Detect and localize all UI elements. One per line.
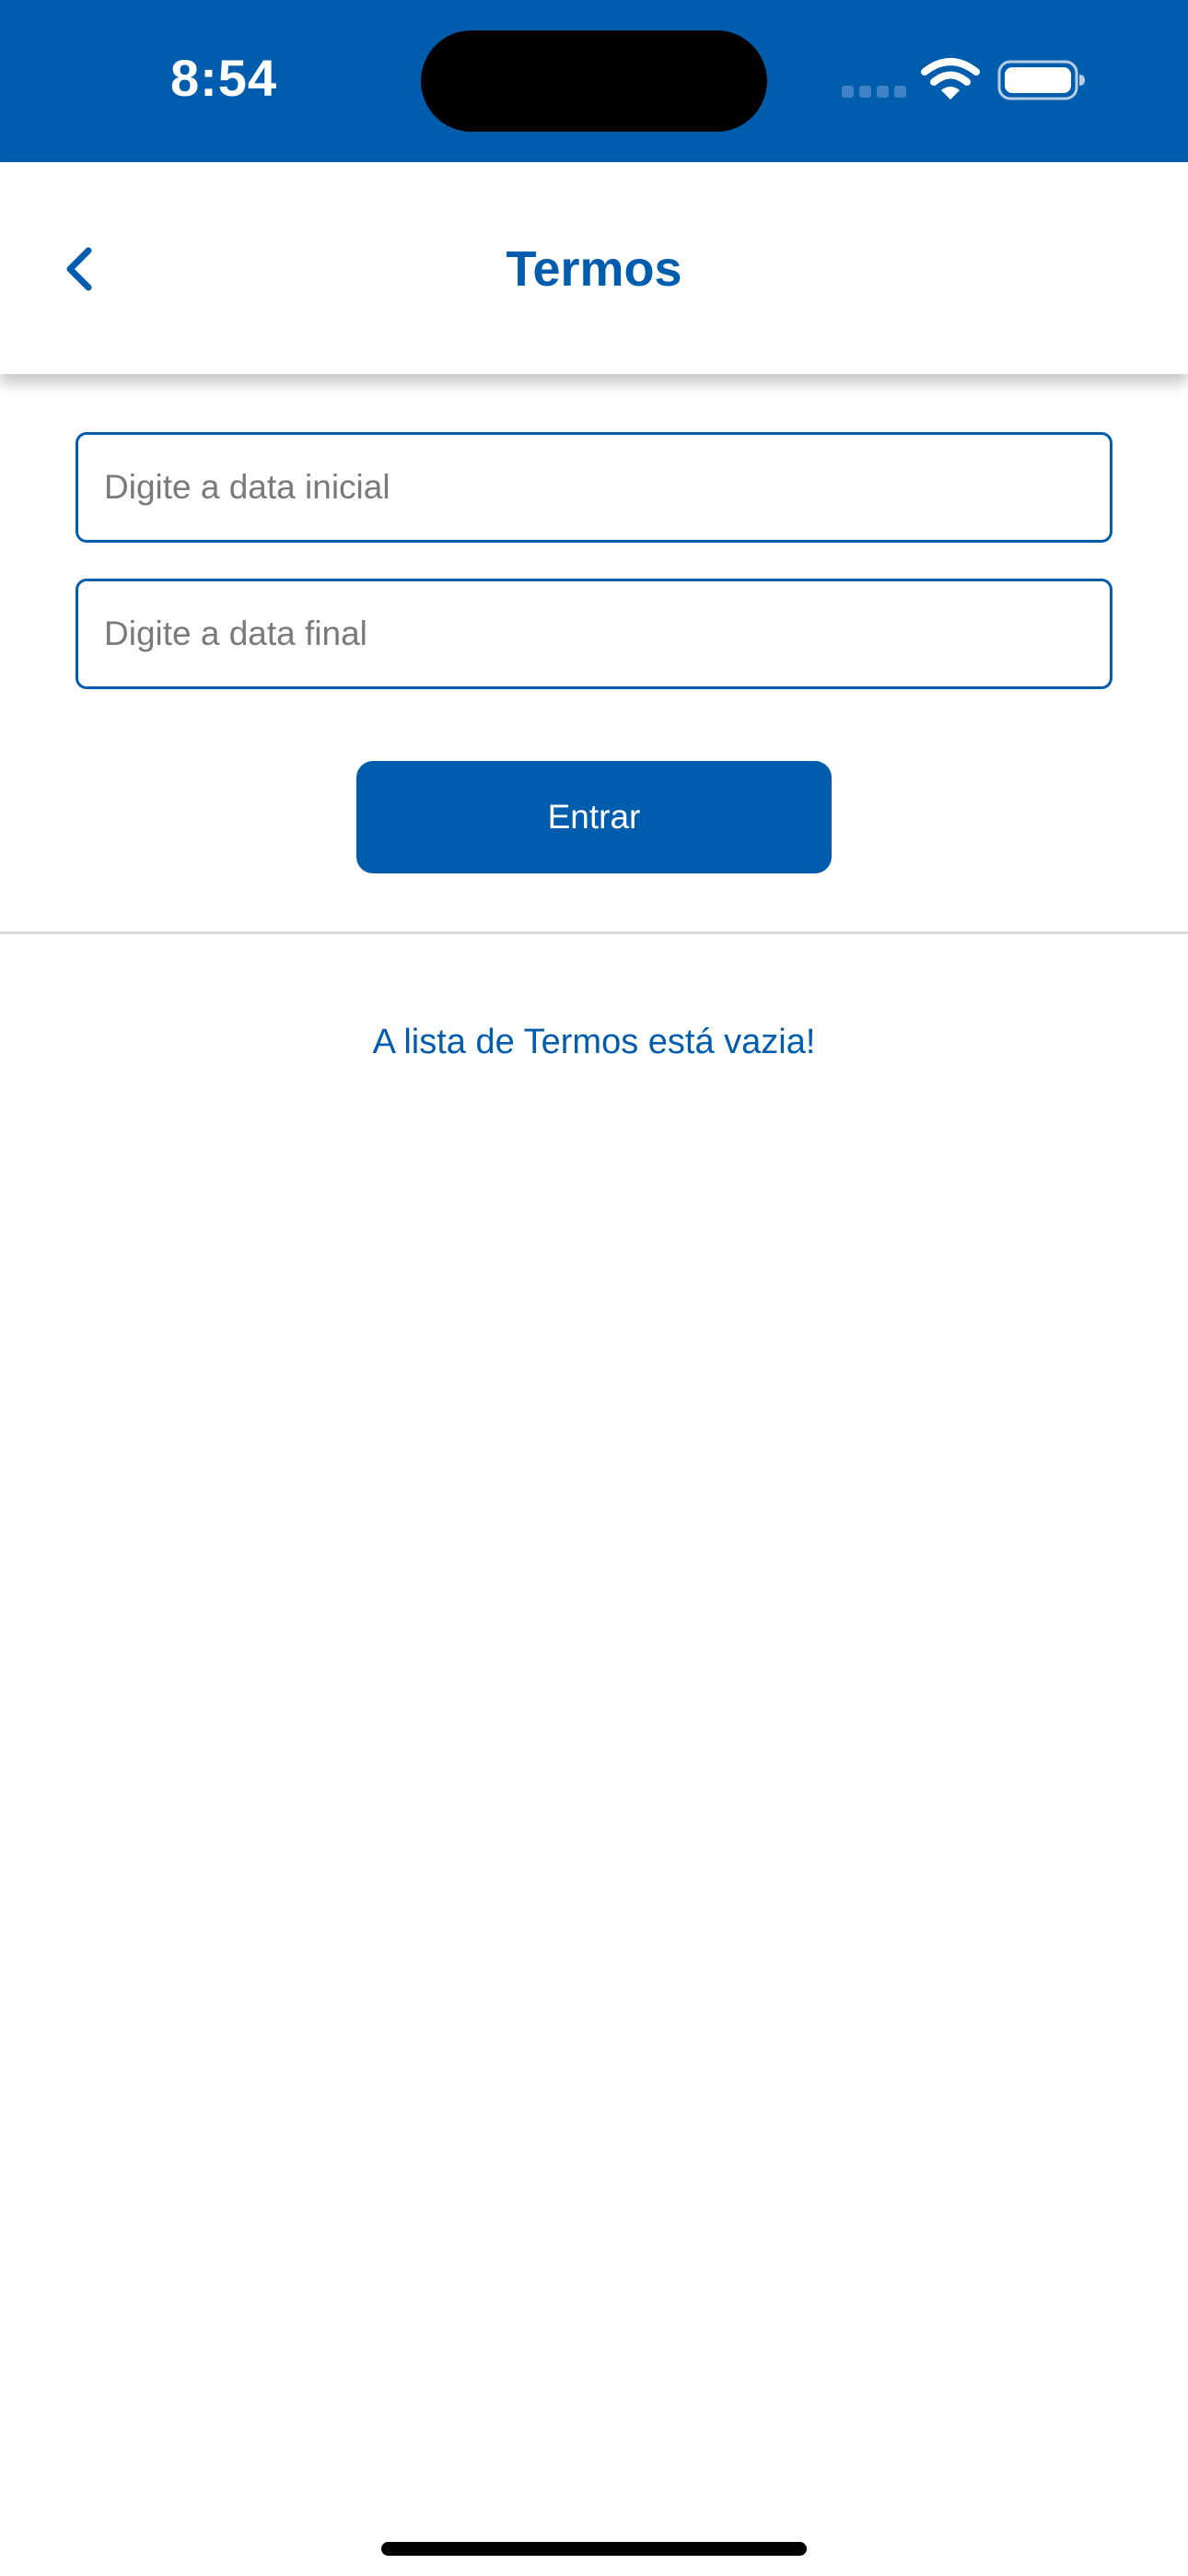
wifi-icon — [921, 58, 980, 100]
status-time: 8:54 — [169, 49, 278, 107]
battery-icon — [997, 60, 1085, 100]
end-date-input[interactable] — [76, 579, 1112, 689]
start-date-input[interactable] — [76, 432, 1112, 543]
divider — [0, 931, 1188, 934]
page-title: Termos — [506, 241, 682, 297]
home-indicator[interactable] — [381, 2542, 807, 2556]
signal-icon — [842, 86, 906, 99]
empty-list-message: A lista de Termos está vazia! — [372, 1023, 816, 1061]
dynamic-island — [421, 30, 767, 132]
submit-button[interactable]: Entrar — [356, 761, 832, 873]
status-bar: 8:54 — [0, 0, 1188, 162]
nav-bar: Termos — [0, 162, 1188, 374]
